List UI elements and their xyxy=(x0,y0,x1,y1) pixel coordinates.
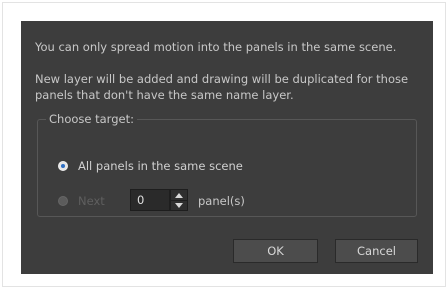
cancel-button[interactable]: Cancel xyxy=(335,239,418,263)
next-count-input[interactable]: 0 xyxy=(130,189,170,211)
arrow-down-icon xyxy=(175,202,183,208)
panels-unit-label: panel(s) xyxy=(198,194,245,208)
stepper-down-button[interactable] xyxy=(171,200,187,210)
message-scene-limit: You can only spread motion into the pane… xyxy=(35,40,397,54)
radio-next-panels-label[interactable]: Next xyxy=(78,193,105,209)
ok-button[interactable]: OK xyxy=(233,239,318,263)
spread-motion-dialog: You can only spread motion into the pane… xyxy=(21,21,433,274)
choose-target-title: Choose target: xyxy=(46,111,137,127)
arrow-up-icon xyxy=(175,192,183,198)
radio-next-panels[interactable] xyxy=(58,196,68,206)
choose-target-group: Choose target: All panels in the same sc… xyxy=(37,111,417,217)
radio-all-panels-label[interactable]: All panels in the same scene xyxy=(78,158,243,174)
radio-all-panels[interactable] xyxy=(58,161,68,171)
stepper-buttons xyxy=(170,189,188,211)
next-count-stepper: 0 xyxy=(130,189,188,211)
message-layer-duplication: New layer will be added and drawing will… xyxy=(35,72,409,102)
screenshot-frame: You can only spread motion into the pane… xyxy=(2,2,446,287)
